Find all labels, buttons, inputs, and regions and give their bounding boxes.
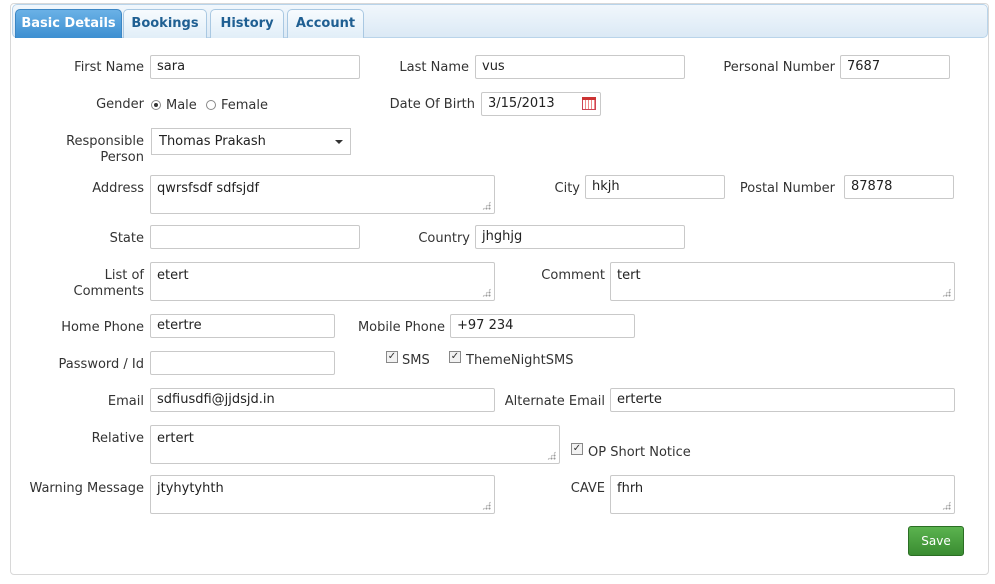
gender-female-radio[interactable] — [206, 100, 216, 110]
theme-night-sms-checkbox[interactable]: ✓ — [449, 351, 461, 363]
email-label: Email — [107, 394, 144, 409]
gender-female-label: Female — [221, 98, 269, 113]
list-of-comments-label-line2: Comments — [73, 284, 144, 299]
list-of-comments-value: etert — [157, 268, 189, 283]
gender-label: Gender — [96, 97, 144, 112]
sms-checkbox[interactable]: ✓ — [386, 351, 398, 363]
state-field[interactable] — [150, 225, 360, 249]
postal-number-field[interactable]: 87878 — [844, 175, 954, 199]
address-value: qwrsfsdf sdfsjdf — [157, 181, 260, 196]
responsible-person-label: Responsible Person — [20, 134, 144, 166]
tab-bookings[interactable]: Bookings — [123, 9, 207, 38]
mobile-phone-label: Mobile Phone — [357, 320, 445, 335]
resize-handle-icon[interactable] — [482, 501, 491, 510]
date-of-birth-field[interactable]: 3/15/2013 — [481, 92, 601, 116]
sms-label: SMS — [402, 353, 430, 368]
save-button[interactable]: Save — [908, 526, 964, 556]
first-name-label: First Name — [74, 60, 144, 75]
warning-message-value: jtyhytyhth — [157, 481, 224, 496]
list-of-comments-textarea[interactable]: etert — [150, 262, 495, 301]
home-phone-label: Home Phone — [61, 320, 144, 335]
gender-male-radio[interactable] — [151, 100, 161, 110]
postal-number-label: Postal Number — [739, 181, 835, 196]
list-of-comments-label: List of Comments — [20, 268, 144, 300]
date-of-birth-label: Date Of Birth — [389, 97, 475, 112]
responsible-person-label-line1: Responsible — [66, 134, 144, 149]
personal-number-label: Personal Number — [723, 60, 835, 75]
email-field[interactable]: sdfiusdfi@jjdsjd.in — [150, 388, 495, 412]
resize-handle-icon[interactable] — [942, 288, 951, 297]
responsible-person-label-line2: Person — [100, 150, 144, 165]
resize-handle-icon[interactable] — [942, 501, 951, 510]
address-label: Address — [92, 181, 144, 196]
password-id-field[interactable] — [150, 351, 335, 375]
tab-account[interactable]: Account — [287, 9, 364, 38]
relative-label: Relative — [91, 431, 144, 446]
alternate-email-field[interactable]: erterte — [610, 388, 955, 412]
resize-handle-icon[interactable] — [547, 451, 556, 460]
personal-number-field[interactable]: 7687 — [840, 55, 950, 79]
tab-bar: Basic Details Bookings History Account — [12, 4, 988, 38]
date-of-birth-value: 3/15/2013 — [488, 96, 555, 111]
op-short-notice-label: OP Short Notice — [588, 445, 691, 460]
cave-label: CAVE — [570, 481, 605, 496]
country-field[interactable]: jhghjg — [475, 225, 685, 249]
responsible-person-value: Thomas Prakash — [159, 134, 266, 149]
state-label: State — [109, 231, 144, 246]
mobile-phone-field[interactable]: +97 234 — [450, 314, 635, 338]
relative-value: ertert — [157, 431, 194, 446]
warning-message-label: Warning Message — [29, 481, 144, 496]
tab-basic-details[interactable]: Basic Details — [15, 9, 122, 38]
cave-textarea[interactable]: fhrh — [610, 475, 955, 514]
alternate-email-label: Alternate Email — [504, 394, 605, 409]
theme-night-sms-label: ThemeNightSMS — [466, 353, 574, 368]
gender-male-label: Male — [166, 98, 197, 113]
resize-handle-icon[interactable] — [482, 201, 491, 210]
tab-history[interactable]: History — [210, 9, 284, 38]
home-phone-field[interactable]: etertre — [150, 314, 335, 338]
op-short-notice-checkbox[interactable]: ✓ — [571, 443, 583, 455]
city-label: City — [554, 181, 580, 196]
calendar-icon[interactable] — [582, 97, 596, 110]
first-name-field[interactable]: sara — [150, 55, 360, 79]
list-of-comments-label-line1: List of — [104, 268, 144, 283]
comment-value: tert — [617, 268, 641, 283]
relative-textarea[interactable]: ertert — [150, 425, 560, 464]
warning-message-textarea[interactable]: jtyhytyhth — [150, 475, 495, 514]
password-id-label: Password / Id — [58, 357, 144, 372]
city-field[interactable]: hkjh — [585, 175, 725, 199]
last-name-label: Last Name — [399, 60, 469, 75]
responsible-person-select[interactable]: Thomas Prakash — [151, 128, 351, 155]
comment-label: Comment — [541, 268, 605, 283]
cave-value: fhrh — [617, 481, 644, 496]
country-label: Country — [418, 231, 470, 246]
last-name-field[interactable]: vus — [475, 55, 685, 79]
resize-handle-icon[interactable] — [482, 288, 491, 297]
chevron-down-icon — [335, 140, 343, 144]
comment-textarea[interactable]: tert — [610, 262, 955, 301]
address-textarea[interactable]: qwrsfsdf sdfsjdf — [150, 175, 495, 214]
